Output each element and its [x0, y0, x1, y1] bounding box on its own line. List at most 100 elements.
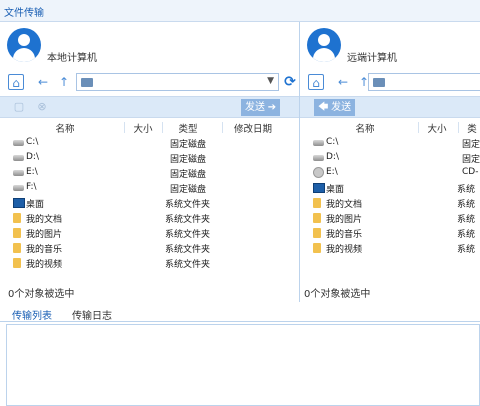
item-type: 系统 — [457, 245, 476, 255]
folder-icon — [313, 243, 321, 253]
send-button-label: 发送 — [331, 102, 352, 113]
local-column-headers: 名称 大小 类型 修改日期 — [0, 120, 299, 135]
home-icon[interactable]: ⌂ — [8, 74, 24, 90]
remote-status-text: 0个对象被选中 — [304, 289, 371, 300]
item-type: 系统文件夹 — [165, 200, 211, 210]
remote-send-button[interactable]: 🡄 发送 — [314, 99, 356, 116]
column-size[interactable]: 大小 — [124, 121, 162, 135]
remote-pane: 远端计算机 ⌂ ← ↑ 🡄 发送 名称 大小 类 C:\ 固定 D:\ 固定 E:\… — [300, 22, 480, 302]
arrow-left-icon: 🡄 — [318, 102, 329, 113]
local-computer-label: 本地计算机 — [47, 53, 97, 64]
list-item[interactable]: D:\ 固定磁盘 — [0, 151, 299, 165]
item-type: 系统 — [457, 230, 476, 240]
item-type: 系统文件夹 — [165, 215, 211, 225]
item-type: 系统文件夹 — [165, 245, 211, 255]
item-name: 桌面 — [26, 200, 45, 210]
column-size[interactable]: 大小 — [418, 121, 456, 135]
list-item[interactable]: 桌面 系统文件夹 — [0, 196, 299, 210]
folder-icon — [13, 258, 21, 268]
column-type[interactable]: 类型 — [162, 121, 214, 135]
list-item[interactable]: 我的图片 系统 — [300, 211, 480, 225]
list-item[interactable]: 我的图片 系统文件夹 — [0, 226, 299, 240]
list-item[interactable]: C:\ 固定磁盘 — [0, 136, 299, 150]
remote-navbar: ⌂ ← ↑ — [305, 73, 480, 91]
item-type: 固定 — [462, 155, 480, 165]
local-user-avatar-icon — [7, 28, 41, 62]
refresh-icon[interactable]: ⟳ — [282, 74, 298, 90]
item-name: 桌面 — [326, 185, 345, 195]
list-item[interactable]: E:\ CD- — [300, 166, 480, 180]
local-header: 本地计算机 — [0, 22, 299, 70]
item-name: 我的图片 — [26, 230, 63, 240]
transfer-tabs: 传输列表 传输日志 — [0, 302, 480, 326]
remote-path-dropdown[interactable] — [368, 73, 480, 91]
folder-icon — [373, 78, 385, 87]
item-name: D:\ — [26, 152, 39, 162]
list-item[interactable]: 我的文档 系统文件夹 — [0, 211, 299, 225]
list-item[interactable]: E:\ 固定磁盘 — [0, 166, 299, 180]
chevron-down-icon[interactable]: ▼ — [267, 76, 274, 86]
folder-icon — [13, 213, 21, 223]
item-type: 系统文件夹 — [165, 260, 211, 270]
item-name: 我的文档 — [326, 200, 363, 210]
desktop-icon — [13, 198, 25, 208]
item-name: 我的视频 — [326, 245, 363, 255]
arrow-right-icon: ➔ — [267, 102, 277, 113]
folder-icon — [313, 228, 321, 238]
drive-icon — [13, 140, 24, 146]
list-item[interactable]: 我的音乐 系统 — [300, 226, 480, 240]
back-arrow-icon[interactable]: ← — [335, 74, 351, 90]
delete-icon[interactable]: ⊗ — [35, 101, 49, 113]
title-bar: 文件传输 — [0, 0, 480, 22]
item-name: C:\ — [326, 137, 339, 147]
back-arrow-icon[interactable]: ← — [35, 74, 51, 90]
column-name[interactable]: 名称 — [40, 121, 90, 135]
item-name: C:\ — [26, 137, 39, 147]
list-item[interactable]: 我的文档 系统 — [300, 196, 480, 210]
list-item[interactable]: C:\ 固定 — [300, 136, 480, 150]
item-type: 系统 — [457, 215, 476, 225]
list-item[interactable]: 桌面 系统 — [300, 181, 480, 195]
column-modified-date[interactable]: 修改日期 — [222, 121, 284, 135]
folder-icon — [313, 213, 321, 223]
item-name: E:\ — [326, 167, 338, 177]
column-type[interactable]: 类 — [462, 121, 480, 135]
item-name: F:\ — [26, 182, 37, 192]
folder-icon — [13, 228, 21, 238]
item-name: 我的音乐 — [326, 230, 363, 240]
remote-action-bar: 🡄 发送 — [300, 96, 480, 118]
item-type: 系统文件夹 — [165, 230, 211, 240]
transfer-list-area[interactable] — [6, 324, 480, 406]
remote-column-headers: 名称 大小 类 — [300, 120, 480, 135]
drive-icon — [13, 170, 24, 176]
list-item[interactable]: D:\ 固定 — [300, 151, 480, 165]
list-item[interactable]: 我的视频 系统文件夹 — [0, 256, 299, 270]
tab-transfer-log[interactable]: 传输日志 — [72, 307, 112, 322]
local-action-bar: ▢ ⊗ 发送 ➔ — [0, 96, 299, 118]
item-type: 固定磁盘 — [170, 170, 207, 180]
item-type: 系统 — [457, 200, 476, 210]
item-name: 我的图片 — [326, 215, 363, 225]
remote-computer-label: 远端计算机 — [347, 53, 397, 64]
item-name: D:\ — [326, 152, 339, 162]
list-item[interactable]: 我的视频 系统 — [300, 241, 480, 255]
transfer-panel: 传输列表 传输日志 — [0, 302, 480, 406]
home-icon[interactable]: ⌂ — [308, 74, 324, 90]
list-item[interactable]: F:\ 固定磁盘 — [0, 181, 299, 195]
local-path-dropdown[interactable]: ▼ — [76, 73, 279, 91]
send-button-label: 发送 — [245, 102, 265, 113]
drive-icon — [313, 155, 324, 161]
up-arrow-icon[interactable]: ↑ — [56, 74, 72, 90]
item-name: 我的视频 — [26, 260, 63, 270]
folder-icon — [13, 243, 21, 253]
column-name[interactable]: 名称 — [340, 121, 390, 135]
window-title: 文件传输 — [4, 8, 44, 19]
folder-icon — [313, 198, 321, 208]
item-type: 固定 — [462, 140, 480, 150]
drive-icon — [13, 185, 24, 191]
item-type: 固定磁盘 — [170, 155, 207, 165]
item-type: 固定磁盘 — [170, 185, 207, 195]
local-send-button[interactable]: 发送 ➔ — [241, 99, 281, 116]
new-folder-icon[interactable]: ▢ — [12, 101, 26, 113]
list-item[interactable]: 我的音乐 系统文件夹 — [0, 241, 299, 255]
